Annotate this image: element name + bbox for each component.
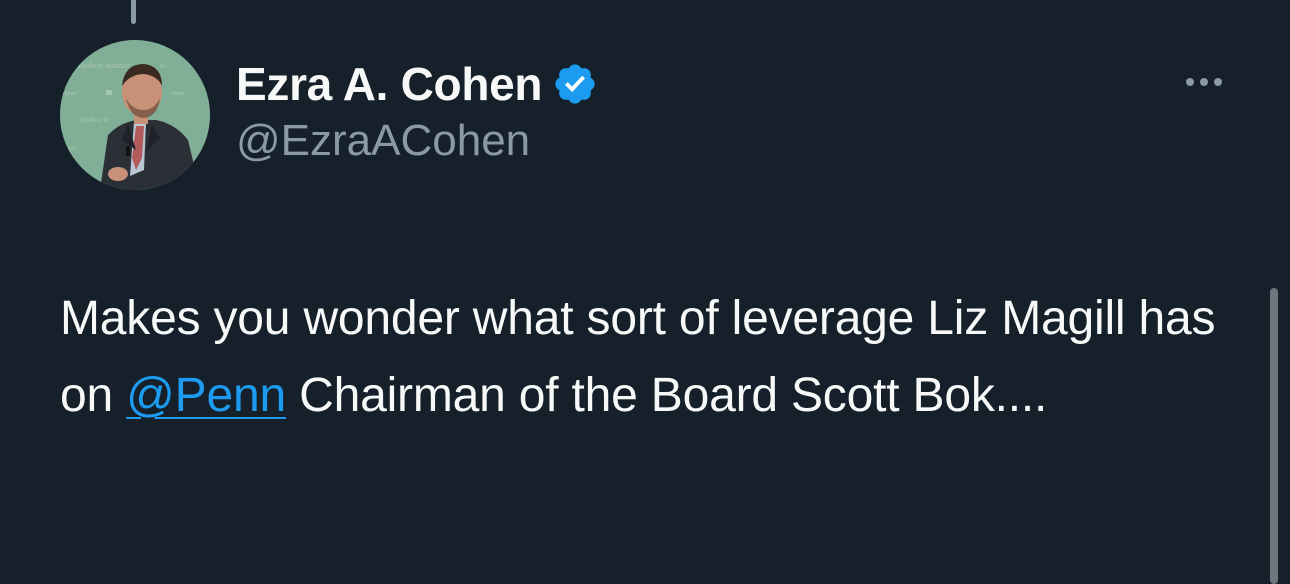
author-display-name[interactable]: Ezra A. Cohen [236, 57, 543, 111]
tweet-text: Makes you wonder what sort of leverage L… [60, 280, 1230, 434]
avatar[interactable]: Hudson Institute Hu stitute titute Hudso… [60, 40, 210, 190]
more-horizontal-icon [1214, 78, 1222, 86]
scrollbar[interactable] [1270, 288, 1278, 584]
more-horizontal-icon [1200, 78, 1208, 86]
avatar-photo: Hudson Institute Hu stitute titute Hudso… [60, 40, 210, 190]
mention-link[interactable]: @Penn [126, 369, 286, 422]
avatar-backdrop-text: titute [64, 146, 77, 152]
svg-text:Hu: Hu [160, 64, 167, 70]
verified-badge-icon [555, 64, 595, 104]
avatar-backdrop-text: Hudson Institute [78, 61, 132, 70]
more-horizontal-icon [1186, 78, 1194, 86]
avatar-backdrop-text: Hudson In [80, 116, 110, 124]
svg-text:titute: titute [172, 91, 185, 97]
more-options-button[interactable] [1176, 62, 1232, 102]
author-name-row[interactable]: Ezra A. Cohen [236, 55, 598, 113]
tweet-text-segment: Chairman of the Board Scott Bok.... [285, 369, 1048, 422]
avatar-backdrop-text: stitute [62, 91, 77, 97]
author-handle[interactable]: @EzraACohen [236, 116, 530, 166]
thread-connector-line [131, 0, 136, 24]
